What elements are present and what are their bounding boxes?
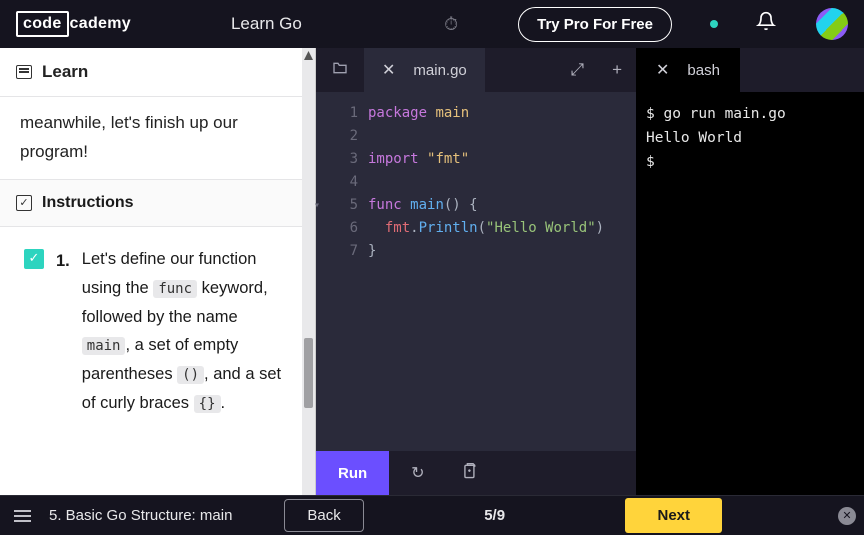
terminal-tab-name: bash bbox=[687, 62, 720, 79]
lesson-title: 5. Basic Go Structure: main bbox=[49, 507, 232, 524]
menu-icon[interactable] bbox=[14, 510, 31, 522]
learn-header[interactable]: Learn bbox=[0, 48, 315, 97]
logo-box: code bbox=[16, 11, 69, 37]
editor-tabs: ✕ main.go ⤢ + bbox=[316, 48, 636, 92]
code-main: main bbox=[82, 337, 126, 355]
close-icon[interactable]: ✕ bbox=[382, 60, 395, 80]
folder-icon[interactable] bbox=[316, 61, 364, 80]
check-icon: ✓ bbox=[16, 195, 32, 211]
next-button[interactable]: Next bbox=[625, 498, 722, 533]
instructions-label: Instructions bbox=[42, 194, 134, 212]
try-pro-button[interactable]: Try Pro For Free bbox=[518, 7, 672, 42]
code-lines: package main import "fmt" func main() { … bbox=[368, 102, 636, 451]
editor-area: ✕ main.go ⤢ + 1 2 3 4 5 6 7 package main… bbox=[316, 48, 636, 495]
avatar[interactable] bbox=[816, 8, 848, 40]
status-dot bbox=[710, 20, 718, 28]
step-done-icon: ✓ bbox=[24, 249, 44, 269]
copy-icon[interactable] bbox=[447, 462, 491, 485]
run-bar: Run ↻ bbox=[316, 451, 636, 495]
bottom-navbar: 5. Basic Go Structure: main Back 5/9 Nex… bbox=[0, 495, 864, 535]
step-text: Let's define our function using the func… bbox=[82, 245, 285, 418]
terminal-tabs: ✕ bash bbox=[636, 48, 864, 92]
refresh-icon[interactable]: ↻ bbox=[397, 463, 438, 483]
logo[interactable]: codecademy bbox=[16, 11, 131, 37]
code-func: func bbox=[153, 280, 197, 298]
logo-text: cademy bbox=[70, 15, 131, 33]
terminal-tab[interactable]: ✕ bash bbox=[636, 48, 740, 92]
line-gutter: 1 2 3 4 5 6 7 bbox=[316, 102, 368, 451]
course-title: Learn Go bbox=[231, 14, 302, 34]
run-button[interactable]: Run bbox=[316, 451, 389, 495]
help-icon[interactable]: ✕ bbox=[838, 507, 856, 525]
lesson-text: meanwhile, let's finish up our program! bbox=[0, 97, 315, 179]
expand-icon[interactable]: ⤢ bbox=[556, 60, 598, 80]
bell-icon[interactable] bbox=[756, 11, 776, 37]
tab-filename: main.go bbox=[413, 62, 466, 79]
progress-counter: 5/9 bbox=[382, 507, 608, 524]
learn-label: Learn bbox=[42, 62, 88, 82]
code-editor[interactable]: 1 2 3 4 5 6 7 package main import "fmt" … bbox=[316, 92, 636, 451]
lesson-panel: Learn meanwhile, let's finish up our pro… bbox=[0, 48, 316, 495]
back-button[interactable]: Back bbox=[284, 499, 363, 532]
book-icon bbox=[16, 65, 32, 79]
instruction-step: ✓ 1. Let's define our function using the… bbox=[0, 227, 315, 436]
scrollbar-thumb[interactable] bbox=[304, 338, 313, 408]
alarm-icon[interactable]: ⏱ bbox=[444, 14, 458, 35]
code-parens: () bbox=[177, 366, 204, 384]
top-navbar: codecademy Learn Go ⏱ Try Pro For Free bbox=[0, 0, 864, 48]
main-area: Learn meanwhile, let's finish up our pro… bbox=[0, 48, 864, 495]
editor-tab[interactable]: ✕ main.go bbox=[364, 48, 485, 92]
code-braces: {} bbox=[194, 395, 221, 413]
terminal-panel: ✕ bash $ go run main.go Hello World $ bbox=[636, 48, 864, 495]
terminal-output[interactable]: $ go run main.go Hello World $ bbox=[636, 92, 864, 495]
close-icon[interactable]: ✕ bbox=[656, 60, 669, 80]
add-tab-icon[interactable]: + bbox=[598, 60, 636, 80]
step-number: 1. bbox=[56, 247, 70, 418]
instructions-header[interactable]: ✓ Instructions bbox=[0, 179, 315, 227]
